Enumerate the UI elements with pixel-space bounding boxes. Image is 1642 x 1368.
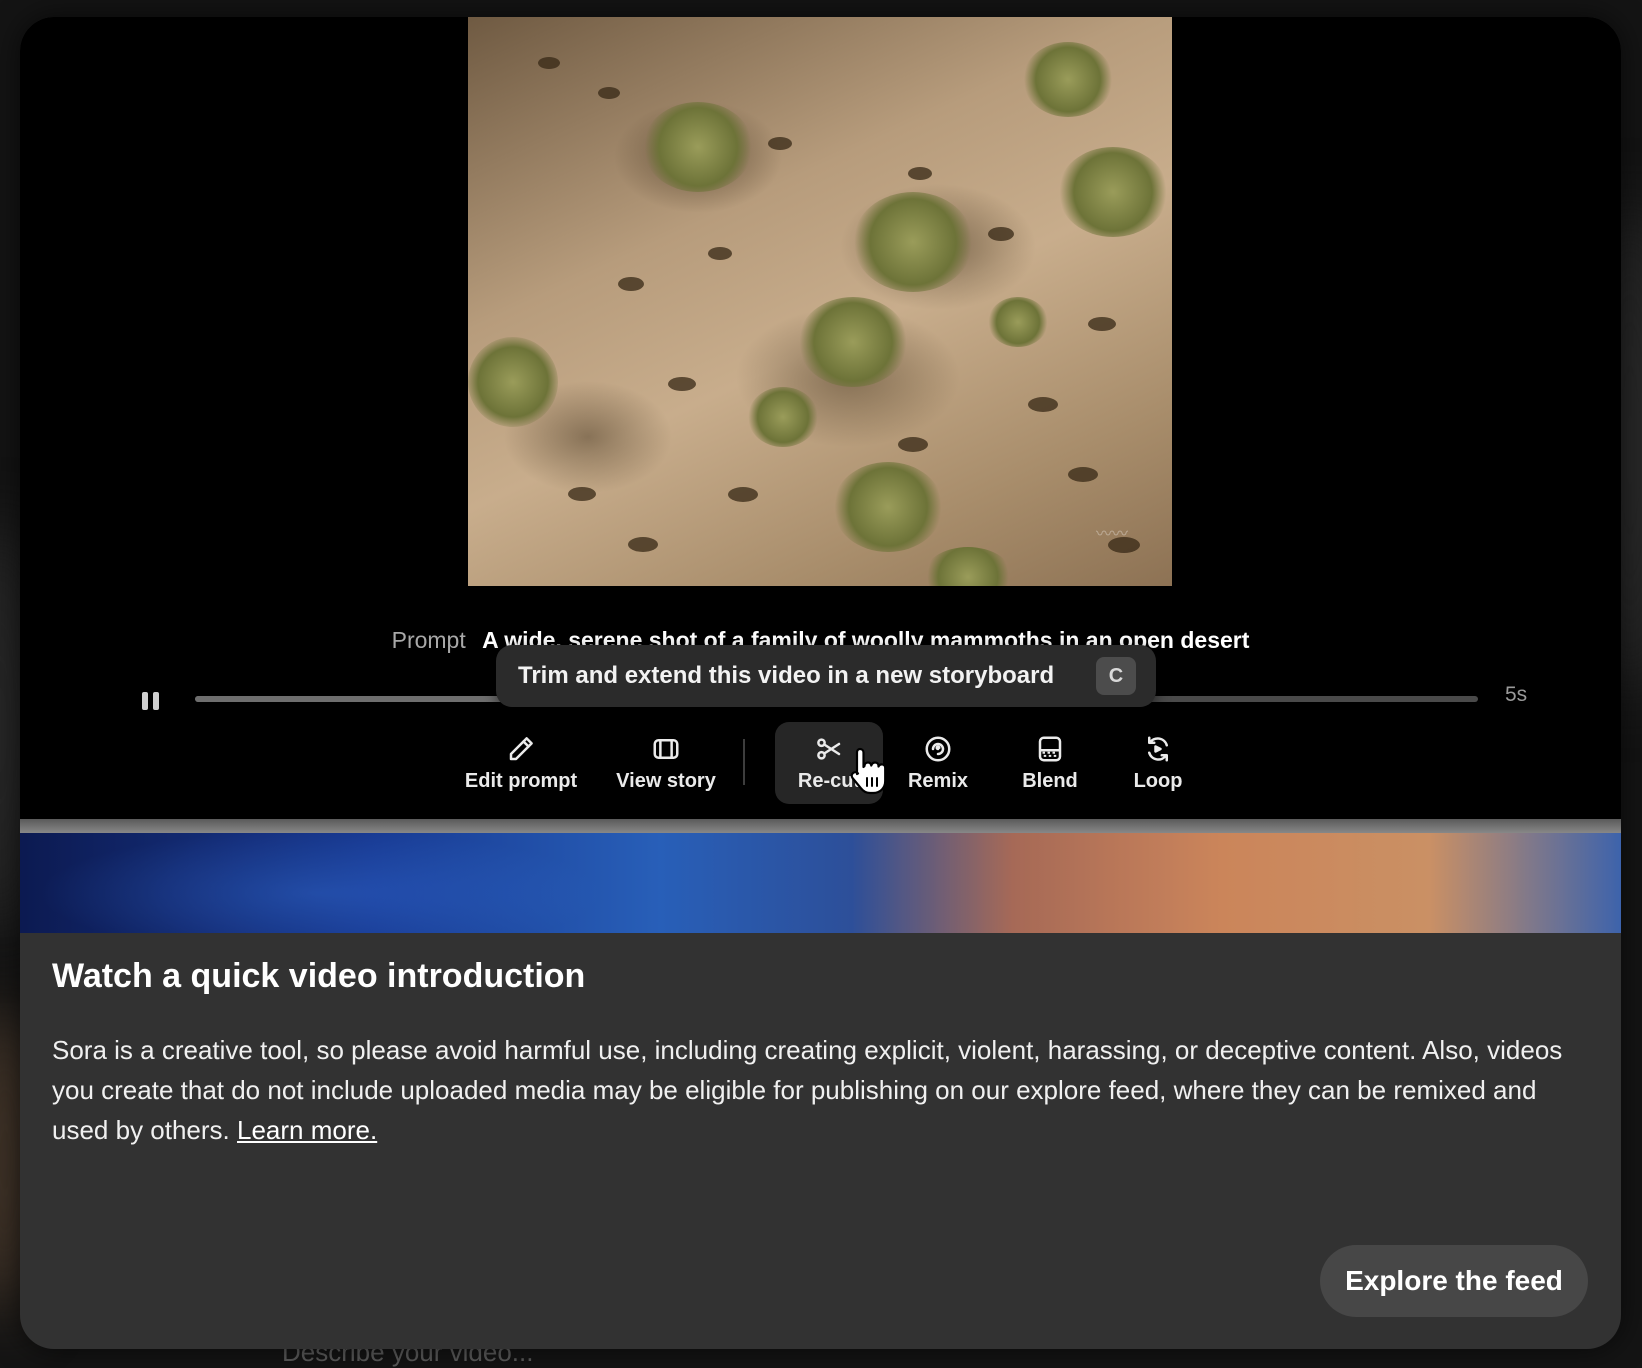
- banner-edge: [20, 819, 1621, 833]
- footprint: [668, 377, 696, 391]
- video-player: 〰〰 Prompt A wide, serene shot of a famil…: [20, 17, 1621, 819]
- footprint: [708, 247, 732, 260]
- footprint: [628, 537, 658, 552]
- pause-icon: [153, 692, 159, 710]
- recut-tooltip: Trim and extend this video in a new stor…: [496, 645, 1156, 707]
- tooltip-text: Trim and extend this video in a new stor…: [518, 662, 1055, 689]
- intro-title: Watch a quick video introduction: [52, 957, 586, 995]
- action-label: Edit prompt: [464, 769, 578, 792]
- video-watermark: 〰〰: [1095, 526, 1128, 543]
- video-preview[interactable]: 〰〰: [468, 17, 1172, 586]
- shrub: [923, 547, 1013, 586]
- blend-icon: [1038, 736, 1062, 761]
- footprint: [768, 137, 792, 150]
- action-label: Remix: [907, 769, 969, 792]
- scissors-icon: [817, 737, 841, 760]
- shrub: [748, 387, 818, 447]
- toolbar-divider: [743, 739, 745, 785]
- footprint: [898, 437, 928, 452]
- blend-button[interactable]: Blend: [1000, 722, 1100, 804]
- footprint: [1028, 397, 1058, 412]
- pause-icon: [142, 692, 148, 710]
- learn-more-link[interactable]: Learn more.: [237, 1115, 377, 1145]
- pencil-icon: [509, 736, 533, 760]
- loop-button[interactable]: Loop: [1108, 722, 1208, 804]
- scrubber-progress: [195, 696, 503, 702]
- view-story-button[interactable]: View story: [598, 722, 734, 804]
- storyboard-icon: [653, 738, 679, 759]
- intro-video-thumbnail[interactable]: [20, 833, 1621, 933]
- explore-feed-button[interactable]: Explore the feed: [1320, 1245, 1588, 1317]
- footprint: [598, 87, 620, 99]
- action-label: Blend: [1022, 769, 1078, 792]
- footprint: [538, 57, 560, 69]
- intro-body: Sora is a creative tool, so please avoid…: [52, 1030, 1592, 1150]
- shrub: [1058, 147, 1168, 237]
- shrub: [833, 462, 943, 552]
- remix-icon: [925, 736, 951, 761]
- action-label: Loop: [1133, 769, 1183, 792]
- footprint: [728, 487, 758, 502]
- shrub: [798, 297, 908, 387]
- prompt-label: Prompt: [391, 627, 466, 653]
- video-actions-toolbar: Edit prompt View story Re-cut Remix Blen…: [20, 722, 1621, 808]
- intro-modal: 〰〰 Prompt A wide, serene shot of a famil…: [20, 17, 1621, 1349]
- video-duration: 5s: [1505, 683, 1528, 706]
- shrub: [468, 337, 558, 427]
- action-label: View story: [616, 769, 716, 792]
- pause-button[interactable]: [142, 692, 162, 712]
- hand-cursor-icon: [850, 747, 887, 795]
- shrub: [988, 297, 1048, 347]
- shrub: [1023, 42, 1113, 117]
- intro-content: Watch a quick video introduction Sora is…: [52, 957, 1592, 1150]
- footprint: [1088, 317, 1116, 331]
- footprint: [1068, 467, 1098, 482]
- edit-prompt-button[interactable]: Edit prompt: [448, 722, 594, 804]
- loop-icon: [1148, 736, 1168, 761]
- footprint: [988, 227, 1014, 241]
- remix-button[interactable]: Remix: [888, 722, 988, 804]
- shrub: [853, 192, 973, 292]
- footprint: [568, 487, 596, 501]
- footprint: [908, 167, 932, 180]
- shrub: [643, 102, 753, 192]
- shortcut-key: C: [1096, 657, 1136, 695]
- footprint: [618, 277, 644, 291]
